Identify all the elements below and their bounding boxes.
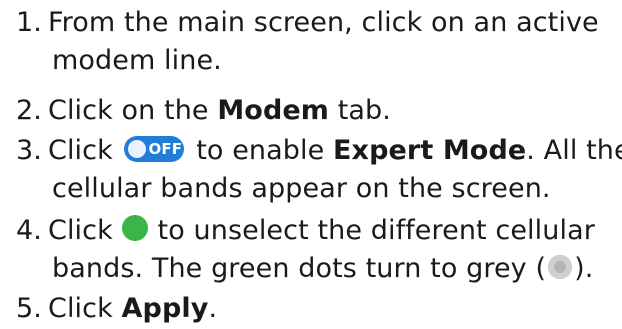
step-number: 3. <box>16 135 42 166</box>
step-number: 1. <box>16 7 42 38</box>
step-2: 2. Click on the Modem tab. <box>0 92 391 130</box>
step-text: Click on the <box>48 95 218 126</box>
step-4: 4. Click to unselect the different cellul… <box>0 212 595 288</box>
step-1: 1. From the main screen, click on an acti… <box>0 4 599 80</box>
step-emphasis: Modem <box>217 95 330 126</box>
step-text: to unselect the different cellular <box>157 215 595 246</box>
step-emphasis: Expert Mode <box>333 135 527 166</box>
step-number: 5. <box>16 293 42 324</box>
toggle-label: OFF <box>148 140 183 158</box>
step-text: Click <box>48 293 122 324</box>
step-text: . <box>208 293 218 324</box>
instruction-list: 1. From the main screen, click on an acti… <box>0 0 622 329</box>
step-text: to enable <box>196 135 334 166</box>
step-emphasis: Apply <box>121 293 209 324</box>
step-3: 3. Click OFF to enable Expert Mode. All t… <box>0 132 622 208</box>
toggle-off-icon: OFF <box>123 136 184 162</box>
toggle-knob <box>127 140 146 158</box>
step-number: 2. <box>16 95 42 126</box>
step-text: Click <box>48 135 113 166</box>
step-text: tab. <box>329 95 391 126</box>
step-text: ). <box>574 253 594 284</box>
step-text: Click <box>48 215 113 246</box>
step-number: 4. <box>16 215 42 246</box>
step-text: From the main screen, click on an active <box>48 7 599 38</box>
step-text-continued: cellular bands appear on the screen. <box>52 173 551 204</box>
grey-dot-icon <box>548 255 573 279</box>
step-text-continued: modem line. <box>52 45 222 76</box>
step-text: bands. The green dots turn to grey ( <box>52 253 547 284</box>
step-text-continued: bands. The green dots turn to grey (). <box>0 250 595 288</box>
step-text: . All the <box>526 135 622 166</box>
green-dot-icon <box>121 215 148 241</box>
step-5: 5. Click Apply. <box>0 290 217 328</box>
